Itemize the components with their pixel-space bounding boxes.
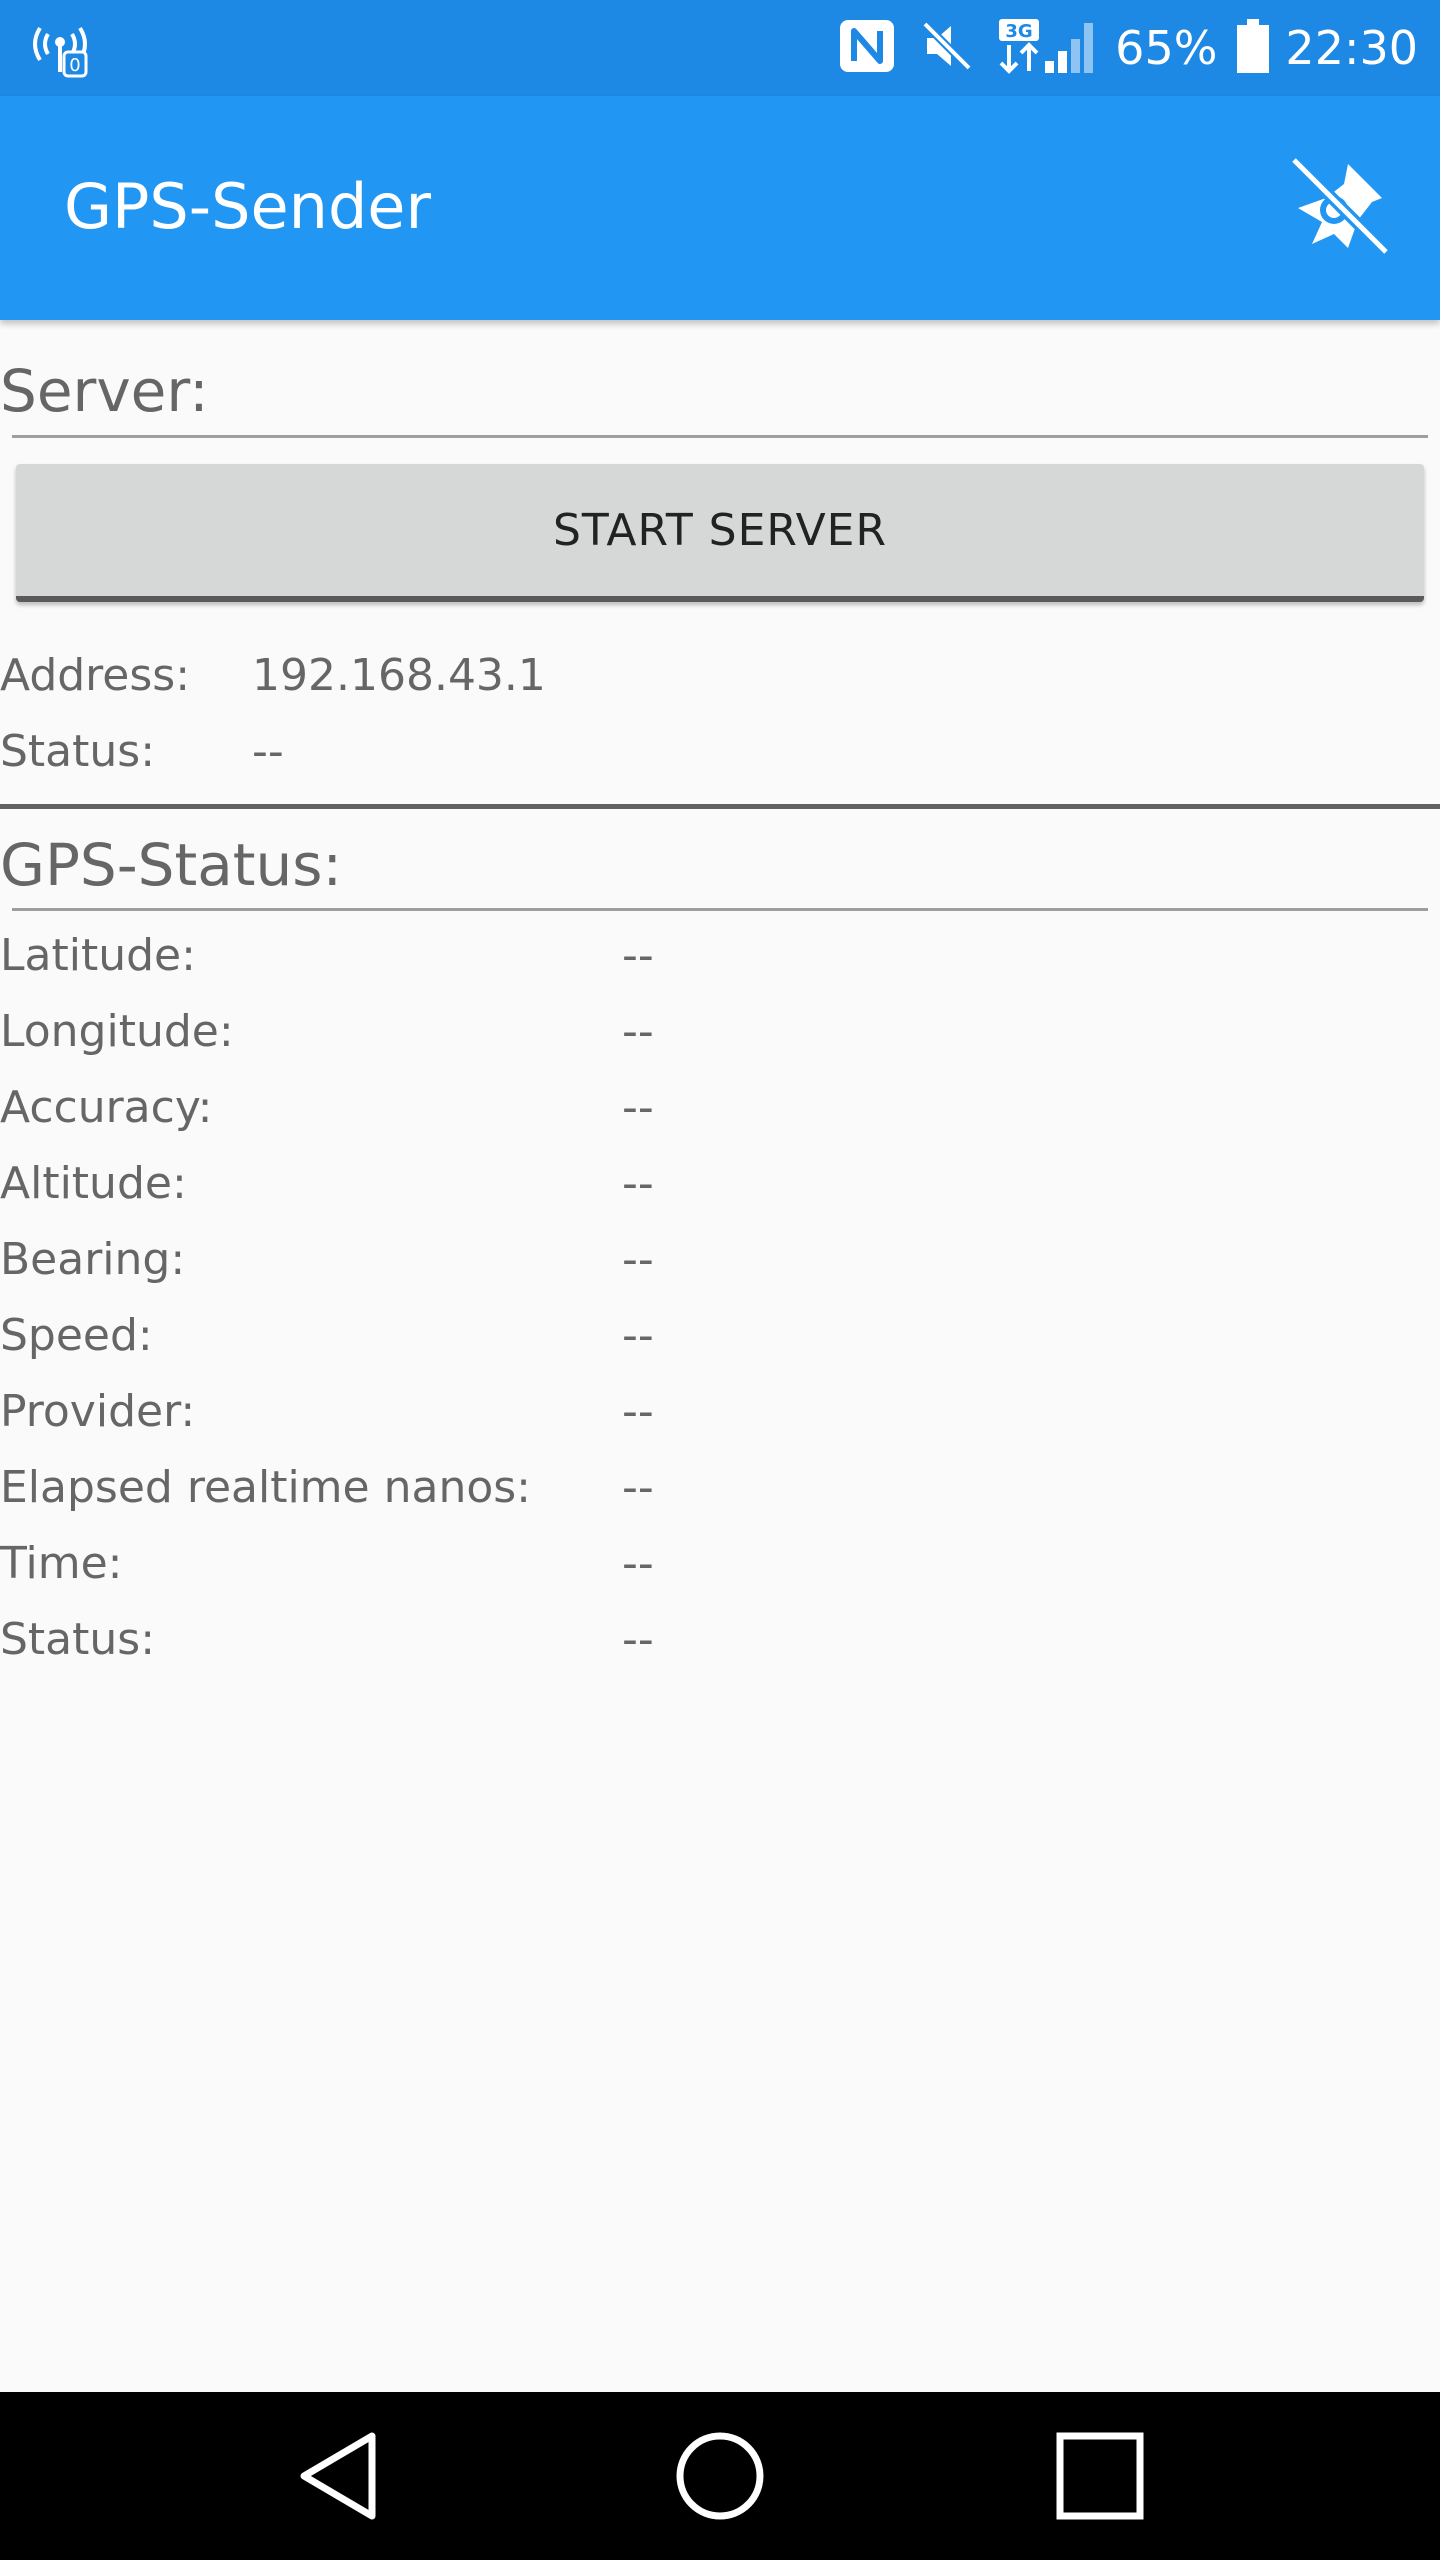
latitude-label: Latitude: [0,930,196,981]
speed-label: Speed: [0,1310,153,1361]
app-bar: GPS-Sender [0,96,1440,320]
gps-divider [12,908,1428,911]
bearing-value: -- [622,1234,654,1285]
home-icon[interactable] [670,2426,770,2526]
mobile-data-icon: 3G [997,17,1041,79]
signal-icon [1043,17,1101,79]
altitude-value: -- [622,1158,654,1209]
elapsed-realtime-nanos-value: -- [622,1462,654,1513]
back-icon[interactable] [290,2426,390,2526]
latitude-value: -- [622,930,654,981]
screen: 0 3G 65% 22:30 GPS-Sender Server: START … [0,0,1440,2560]
elapsed-realtime-nanos-label: Elapsed realtime nanos: [0,1462,532,1513]
start-server-button-label: START SERVER [552,504,888,556]
server-status-label: Status: [0,726,156,777]
section-separator [0,804,1440,809]
provider-label: Provider: [0,1386,196,1437]
app-title: GPS-Sender [64,170,431,243]
server-section-title: Server: [0,357,209,425]
address-value: 192.168.43.1 [252,650,546,701]
mute-icon [919,18,975,78]
recents-icon[interactable] [1050,2426,1150,2526]
provider-value: -- [622,1386,654,1437]
svg-text:0: 0 [69,55,80,76]
altitude-label: Altitude: [0,1158,187,1209]
clock: 22:30 [1285,21,1418,75]
bearing-label: Bearing: [0,1234,186,1285]
location-off-icon[interactable] [1288,154,1392,258]
longitude-value: -- [622,1006,654,1057]
server-status-value: -- [252,726,284,777]
longitude-label: Longitude: [0,1006,234,1057]
nfc-icon [837,17,897,79]
gps-status-label: Status: [0,1614,156,1665]
start-server-button[interactable]: START SERVER [16,464,1424,602]
gps-status-value: -- [622,1614,654,1665]
address-label: Address: [0,650,191,701]
server-divider [12,435,1428,438]
accuracy-label: Accuracy: [0,1082,213,1133]
status-icons: 3G 65% 22:30 [837,0,1418,96]
navigation-bar [0,2392,1440,2560]
accuracy-value: -- [622,1082,654,1133]
status-bar: 0 3G 65% 22:30 [0,0,1440,96]
svg-text:3G: 3G [1006,21,1033,42]
speed-value: -- [622,1310,654,1361]
gps-section-title: GPS-Status: [0,831,343,899]
battery-percent: 65% [1115,21,1218,75]
hotspot-icon: 0 [28,18,94,78]
time-label: Time: [0,1538,123,1589]
time-value: -- [622,1538,654,1589]
battery-icon [1235,17,1271,79]
